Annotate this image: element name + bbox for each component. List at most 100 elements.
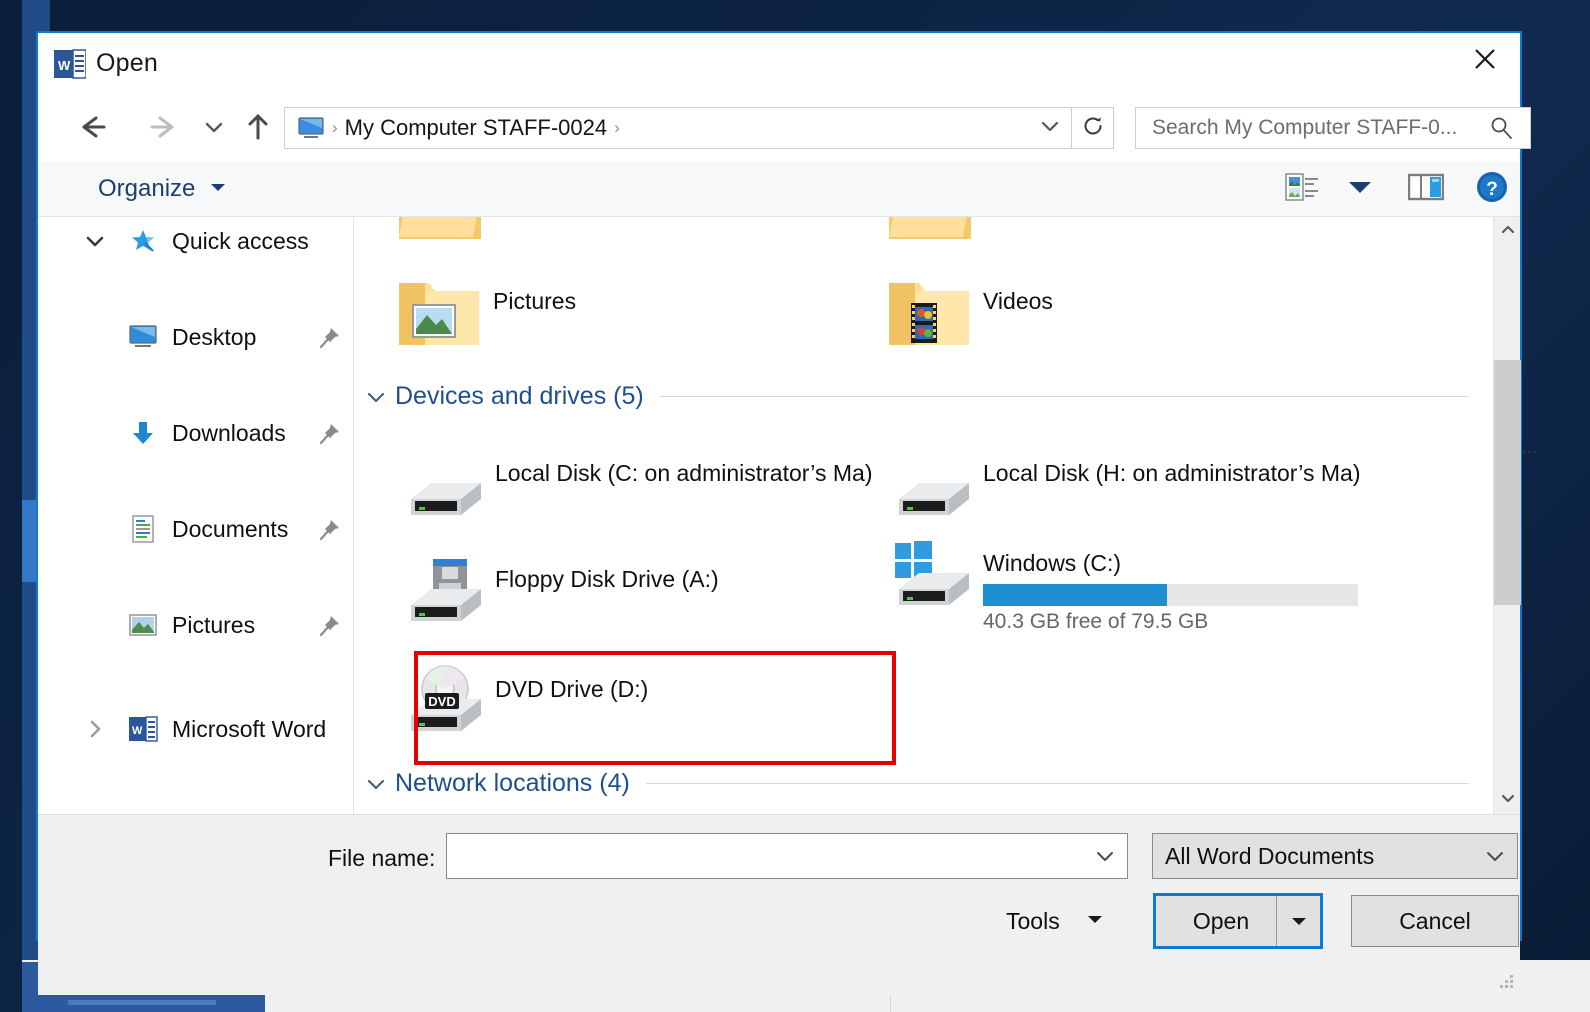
forward-button[interactable] — [136, 103, 190, 151]
help-button[interactable]: ? — [1468, 169, 1516, 209]
chevron-expanded-icon[interactable] — [78, 233, 112, 249]
sidebar-item-quick-access[interactable]: Quick access — [38, 217, 353, 265]
folder-item-clipped-left[interactable] — [395, 217, 487, 249]
refresh-button[interactable] — [1072, 107, 1114, 149]
caret-down-icon — [1347, 179, 1373, 200]
capacity-bar — [983, 584, 1358, 607]
file-type-select[interactable]: All Word Documents — [1152, 833, 1518, 879]
pin-icon[interactable] — [317, 422, 341, 451]
recent-locations-button[interactable] — [194, 103, 234, 151]
close-icon — [1472, 46, 1498, 77]
address-dropdown-button[interactable] — [1030, 108, 1070, 148]
hard-drive-icon — [885, 449, 977, 529]
sidebar-item-label: Documents — [172, 515, 289, 542]
drive-label: DVD Drive (D:) — [495, 676, 649, 702]
drive-item-local-disk-h[interactable]: Local Disk (H: on administrator’s Ma) — [885, 449, 1361, 529]
sidebar-item-documents[interactable]: Documents — [38, 505, 353, 553]
file-list-pane[interactable]: Pictures Videos Devices and drives (5) L… — [355, 217, 1493, 814]
breadcrumb-separator-1: › — [332, 118, 338, 137]
folder-label: Pictures — [493, 288, 577, 314]
address-bar[interactable]: › My Computer STAFF-0024 › — [284, 107, 1072, 149]
drive-item-windows-c[interactable]: Windows (C:) 40.3 GB free of 79.5 GB — [885, 539, 1358, 634]
download-icon — [126, 418, 160, 448]
pin-icon[interactable] — [317, 614, 341, 643]
pin-icon[interactable] — [317, 326, 341, 355]
back-button[interactable] — [66, 103, 120, 151]
file-name-label: File name: — [328, 845, 436, 871]
drive-label: Local Disk (C: on administrator’s Ma) — [495, 460, 873, 486]
breadcrumb-separator-2[interactable]: › — [614, 118, 620, 138]
sidebar-item-label: Quick access — [172, 227, 309, 254]
chevron-down-icon — [203, 119, 225, 135]
picture-icon — [126, 610, 160, 640]
svg-text:?: ? — [1486, 179, 1498, 200]
sidebar-item-microsoft-word[interactable]: W Microsoft Word — [38, 705, 353, 753]
file-name-input[interactable] — [457, 843, 1083, 869]
view-layout-icon — [1285, 172, 1319, 207]
sidebar-item-pictures[interactable]: Pictures — [38, 601, 353, 649]
dialog-title: Open — [96, 49, 158, 77]
folder-label-wrap: Pictures — [493, 277, 576, 316]
folder-item-videos[interactable]: Videos — [885, 277, 1053, 357]
star-pin-icon — [126, 226, 160, 256]
tools-button[interactable]: Tools — [1006, 897, 1136, 945]
scroll-up-button[interactable] — [1494, 217, 1521, 244]
word-icon: W — [126, 714, 160, 744]
scroll-down-button[interactable] — [1494, 787, 1521, 814]
scrollbar-thumb[interactable] — [1494, 360, 1521, 605]
folder-item-pictures[interactable]: Pictures — [395, 277, 576, 357]
sidebar-item-desktop[interactable]: Desktop — [38, 313, 353, 361]
svg-text:W: W — [58, 58, 71, 73]
chevron-collapsed-icon[interactable] — [78, 718, 112, 740]
background-bottom-tile-bar — [68, 1000, 216, 1005]
chevron-down-icon — [1500, 792, 1516, 810]
open-button[interactable]: Open — [1153, 893, 1323, 949]
group-header-network-locations[interactable]: Network locations (4) — [365, 769, 1469, 798]
folder-item-clipped-right[interactable] — [885, 217, 977, 249]
change-view-button[interactable] — [1278, 169, 1326, 209]
pin-icon[interactable] — [317, 518, 341, 547]
chevron-down-icon[interactable] — [1473, 849, 1517, 863]
tools-label: Tools — [1006, 907, 1060, 934]
preview-pane-button[interactable] — [1402, 169, 1450, 209]
search-box[interactable] — [1135, 107, 1531, 149]
drive-item-floppy-a[interactable]: Floppy Disk Drive (A:) — [397, 555, 719, 635]
chevron-expanded-icon[interactable] — [365, 389, 395, 405]
hard-drive-icon — [397, 449, 489, 529]
chevron-expanded-icon[interactable] — [365, 776, 395, 792]
file-name-box[interactable] — [446, 833, 1128, 879]
svg-text:W: W — [132, 725, 143, 737]
search-input[interactable] — [1152, 116, 1488, 140]
navigation-bar: › My Computer STAFF-0024 › — [38, 95, 1531, 161]
open-button-label: Open — [1192, 907, 1250, 934]
navigation-pane: Quick access Desktop Downloads Documents… — [38, 217, 354, 814]
floppy-drive-icon — [397, 555, 489, 635]
view-options-dropdown[interactable] — [1338, 169, 1382, 209]
close-button[interactable] — [1450, 33, 1520, 89]
resize-grip-icon[interactable] — [1498, 975, 1514, 991]
group-header-devices-and-drives[interactable]: Devices and drives (5) — [365, 382, 1469, 411]
organize-button[interactable]: Organize — [88, 167, 237, 211]
cancel-button[interactable]: Cancel — [1351, 895, 1519, 947]
group-title: Network locations (4) — [395, 769, 630, 797]
drive-item-local-disk-c[interactable]: Local Disk (C: on administrator’s Ma) — [397, 449, 873, 529]
folder-label: Videos — [983, 288, 1053, 314]
group-rule — [645, 783, 1469, 784]
open-split-dropdown[interactable] — [1276, 896, 1320, 946]
breadcrumb-path[interactable]: My Computer STAFF-0024 — [345, 115, 607, 141]
sidebar-item-label: Pictures — [172, 611, 256, 638]
file-type-value: All Word Documents — [1165, 842, 1375, 869]
folder-icon — [885, 217, 977, 249]
drive-item-dvd-d[interactable]: DVD DVD Drive (D:) — [397, 665, 648, 745]
dialog-body: Quick access Desktop Downloads Documents… — [38, 217, 1521, 814]
chevron-up-icon — [1500, 222, 1516, 240]
up-button[interactable] — [234, 103, 282, 151]
computer-icon — [297, 116, 325, 140]
search-icon[interactable] — [1488, 115, 1514, 141]
file-list-scrollbar[interactable] — [1493, 217, 1521, 814]
desktop-icon — [126, 322, 160, 352]
drive-label: Local Disk (H: on administrator’s Ma) — [983, 460, 1361, 486]
cancel-button-label: Cancel — [1399, 907, 1471, 934]
sidebar-item-downloads[interactable]: Downloads — [38, 409, 353, 457]
file-name-dropdown-button[interactable] — [1083, 849, 1127, 863]
